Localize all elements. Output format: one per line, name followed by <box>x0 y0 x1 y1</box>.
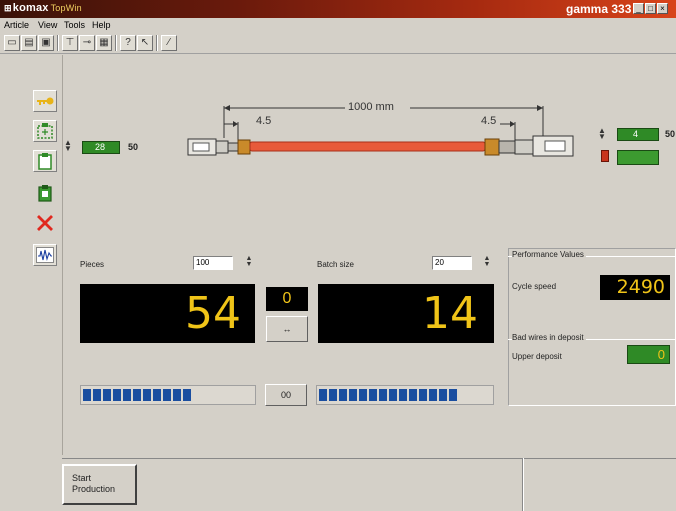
menu-view[interactable]: View <box>38 20 57 30</box>
menu-bar: Article View Tools Help <box>0 18 676 32</box>
strip-length-left: 4.5 <box>256 115 272 127</box>
batch-progress-bar <box>316 385 494 405</box>
window-controls: _ □ × <box>633 3 668 14</box>
progress-block <box>389 389 397 401</box>
batch-counter: 14 <box>318 284 494 343</box>
progress-block <box>113 389 121 401</box>
tool-icon[interactable]: ⊤ <box>62 35 78 51</box>
performance-title: Performance Values <box>512 250 586 259</box>
progress-block <box>379 389 387 401</box>
machine-name: gamma 333 <box>566 2 632 16</box>
progress-block <box>83 389 91 401</box>
right-terminal-field[interactable]: 4 <box>617 128 659 141</box>
app-subtitle: TopWin <box>50 3 82 13</box>
menu-article[interactable]: Article <box>4 20 29 30</box>
reset-button[interactable]: 00 <box>265 384 307 406</box>
maximize-button[interactable]: □ <box>645 3 656 14</box>
batch-label: Batch size <box>317 260 354 269</box>
progress-block <box>123 389 131 401</box>
cycle-speed-label: Cycle speed <box>512 282 557 291</box>
app-logo: ⊞komax TopWin <box>4 2 82 14</box>
title-bar: ⊞komax TopWin gamma 333 _ □ × <box>0 0 676 18</box>
help-icon[interactable]: ? <box>120 35 136 51</box>
seal-icon <box>601 150 609 162</box>
progress-block <box>449 389 457 401</box>
progress-block <box>419 389 427 401</box>
strip-length-right: 4.5 <box>481 115 497 127</box>
left-sidebar <box>30 90 62 280</box>
progress-block <box>183 389 191 401</box>
pieces-input[interactable]: 100 <box>193 256 233 270</box>
menu-tools[interactable]: Tools <box>64 20 85 30</box>
left-spin-arrows[interactable]: ▲ ▼ <box>64 139 72 153</box>
right-terminal-qty: 50 <box>665 129 676 139</box>
new-icon[interactable]: ▭ <box>4 35 20 51</box>
progress-block <box>429 389 437 401</box>
progress-block <box>409 389 417 401</box>
toolbar-separator <box>115 35 117 51</box>
progress-block <box>399 389 407 401</box>
progress-block <box>103 389 111 401</box>
performance-panel <box>508 248 676 406</box>
close-button[interactable]: × <box>657 3 668 14</box>
progress-block <box>143 389 151 401</box>
selection-icon[interactable] <box>33 120 57 142</box>
bottom-separator <box>522 458 524 511</box>
wire-length: 1000 mm <box>348 101 394 113</box>
bad-wires-title: Bad wires in deposit <box>512 333 586 342</box>
pieces-label: Pieces <box>80 260 105 269</box>
bottom-bar <box>62 458 676 511</box>
toolbar: ▭ ▤ ▣ ⊤ ⊸ ▦ ? ↖ ⁄ <box>0 32 676 54</box>
pieces-progress-bar <box>80 385 256 405</box>
sidebar-divider <box>62 55 63 455</box>
start-production-button[interactable]: Start Production <box>62 464 137 505</box>
app-window: ⊞komax TopWin gamma 333 _ □ × Article Vie… <box>0 0 676 511</box>
progress-block <box>163 389 171 401</box>
progress-block <box>349 389 357 401</box>
menu-help[interactable]: Help <box>92 20 111 30</box>
connect-icon[interactable]: ⊸ <box>79 35 95 51</box>
paste-icon[interactable] <box>33 182 57 204</box>
save-icon[interactable]: ▣ <box>38 35 54 51</box>
waveform-icon[interactable] <box>33 244 57 266</box>
progress-block <box>153 389 161 401</box>
batch-count-display: 0 <box>266 287 308 311</box>
clipboard-icon[interactable] <box>33 150 57 172</box>
left-terminal-qty: 50 <box>128 142 139 152</box>
transfer-button[interactable]: ↔ <box>266 316 308 342</box>
batch-spin-icon[interactable]: ▲ ▼ <box>482 255 492 270</box>
upper-deposit-value: 0 <box>627 345 670 364</box>
progress-block <box>133 389 141 401</box>
progress-block <box>329 389 337 401</box>
toolbar-separator <box>57 35 59 51</box>
upper-deposit-label: Upper deposit <box>512 352 562 361</box>
open-icon[interactable]: ▤ <box>21 35 37 51</box>
print-icon[interactable]: ▦ <box>96 35 112 51</box>
progress-block <box>439 389 447 401</box>
progress-block <box>173 389 181 401</box>
progress-block <box>93 389 101 401</box>
progress-block <box>319 389 327 401</box>
left-terminal-field[interactable]: 28 <box>82 141 120 154</box>
progress-block <box>339 389 347 401</box>
delete-icon[interactable] <box>33 212 57 234</box>
pieces-spin-icon[interactable]: ▲ ▼ <box>244 255 254 270</box>
key-icon[interactable] <box>33 90 57 112</box>
edit-icon[interactable]: ⁄ <box>161 35 177 51</box>
start-label-line2: Production <box>72 484 116 494</box>
cycle-speed-display: 2490 <box>600 275 670 300</box>
progress-block <box>369 389 377 401</box>
context-help-icon[interactable]: ↖ <box>137 35 153 51</box>
progress-block <box>359 389 367 401</box>
toolbar-separator <box>156 35 158 51</box>
right-spin-arrows[interactable]: ▲ ▼ <box>598 127 606 141</box>
batch-input[interactable]: 20 <box>432 256 472 270</box>
right-seal-field[interactable] <box>617 150 659 165</box>
start-label-line1: Start <box>72 473 92 483</box>
pieces-counter: 54 <box>80 284 255 343</box>
minimize-button[interactable]: _ <box>633 3 644 14</box>
